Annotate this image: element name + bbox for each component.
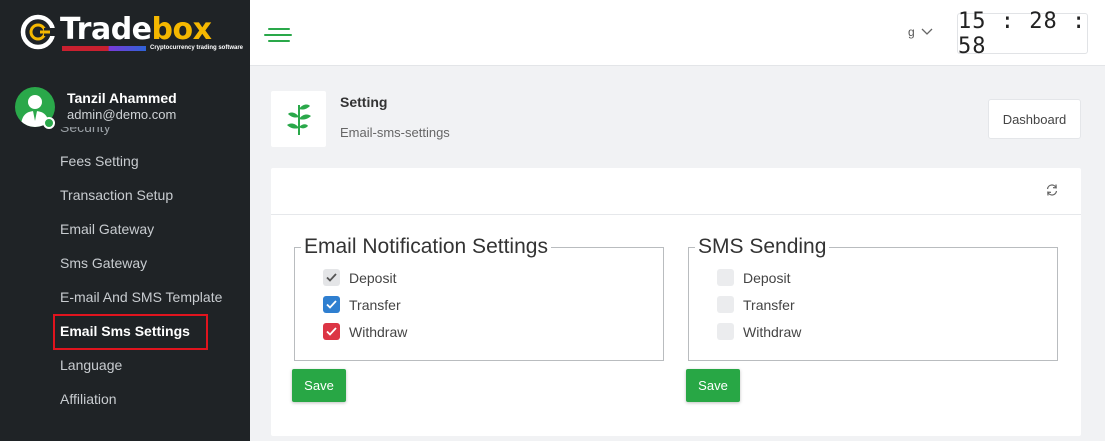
language-dropdown[interactable]: g (908, 25, 933, 39)
hamburger-icon[interactable] (264, 25, 294, 43)
logo-mark-icon (20, 14, 56, 50)
brand-underline (62, 46, 146, 51)
sidebar-item-sms-gateway[interactable]: Sms Gateway (0, 246, 250, 280)
sms-transfer-option[interactable]: Transfer (717, 296, 795, 313)
page-subtitle: Email-sms-settings (340, 125, 450, 140)
email-transfer-label: Transfer (349, 296, 401, 313)
sidebar-item-affiliation[interactable]: Affiliation (0, 382, 250, 416)
sidebar-item-transaction-setup[interactable]: Transaction Setup (0, 178, 250, 212)
email-transfer-option[interactable]: Transfer (323, 296, 401, 313)
user-name: Tanzil Ahammed (67, 90, 177, 106)
email-withdraw-checkbox[interactable] (323, 323, 340, 340)
digital-clock: 15 : 28 : 58 (957, 8, 1088, 59)
user-profile[interactable]: Tanzil Ahammed admin@demo.com (15, 87, 177, 127)
leaf-icon (286, 104, 311, 135)
sms-deposit-option[interactable]: Deposit (717, 269, 790, 286)
language-label: g (908, 25, 915, 39)
sms-transfer-checkbox[interactable] (717, 296, 734, 313)
sidebar-item-email-sms-settings[interactable]: Email Sms Settings (0, 314, 250, 350)
brand-tagline: Cryptocurrency trading software (150, 45, 244, 51)
sidebar-item-email-gateway[interactable]: Email Gateway (0, 212, 250, 246)
email-deposit-option[interactable]: Deposit (323, 269, 396, 286)
sms-withdraw-checkbox[interactable] (717, 323, 734, 340)
email-notification-legend: Email Notification Settings (304, 235, 548, 258)
email-deposit-checkbox[interactable] (323, 269, 340, 286)
brand-logo[interactable]: Tradebox Cryptocurrency trading software (20, 12, 243, 56)
user-email: admin@demo.com (67, 107, 177, 122)
sidebar-item-fees-setting[interactable]: Fees Setting (0, 144, 250, 178)
brand-name: Tradebox (60, 12, 212, 47)
page-icon-box (271, 91, 326, 147)
refresh-icon[interactable] (1045, 183, 1059, 202)
chevron-down-icon (921, 28, 933, 35)
sms-deposit-checkbox[interactable] (717, 269, 734, 286)
sidebar-item-email-sms-template[interactable]: E-mail And SMS Template (0, 280, 250, 314)
check-icon (326, 273, 337, 282)
sms-sending-legend: SMS Sending (698, 235, 827, 258)
email-transfer-checkbox[interactable] (323, 296, 340, 313)
sidebar: Tradebox Cryptocurrency trading software… (0, 0, 250, 441)
email-deposit-label: Deposit (349, 269, 397, 286)
sms-deposit-label: Deposit (743, 269, 791, 286)
panel-header (271, 168, 1081, 215)
email-withdraw-option[interactable]: Withdraw (323, 323, 407, 340)
sms-save-button[interactable]: Save (686, 369, 740, 402)
dashboard-button[interactable]: Dashboard (988, 99, 1081, 139)
check-icon (326, 327, 337, 336)
check-icon (326, 300, 337, 309)
topbar: g 15 : 28 : 58 (250, 0, 1105, 66)
sidebar-item-security[interactable]: Security (0, 127, 250, 144)
sidebar-item-language[interactable]: Language (0, 348, 250, 382)
sidebar-menu: Security Fees Setting Transaction Setup … (0, 127, 250, 416)
page-title: Setting (340, 94, 388, 110)
sms-transfer-label: Transfer (743, 296, 795, 313)
sms-withdraw-label: Withdraw (743, 323, 802, 340)
email-withdraw-label: Withdraw (349, 323, 408, 340)
sms-withdraw-option[interactable]: Withdraw (717, 323, 801, 340)
settings-panel: Email Notification Settings Deposit Tran… (271, 168, 1081, 436)
email-save-button[interactable]: Save (292, 369, 346, 402)
